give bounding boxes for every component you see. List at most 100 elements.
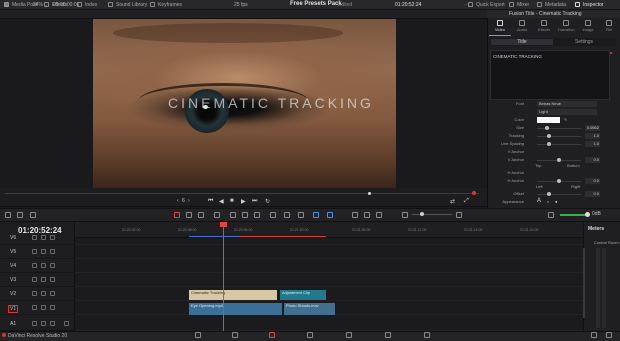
size-value[interactable]: 0.0562: [585, 125, 600, 131]
go-to-start-icon[interactable]: ⏮: [208, 198, 213, 205]
auto-select-icon[interactable]: [41, 291, 46, 296]
mute-icon[interactable]: [50, 321, 55, 326]
solo-icon[interactable]: [41, 321, 46, 326]
video-clip-eye-opening[interactable]: Eye Opening.mp4: [189, 303, 282, 315]
home-icon[interactable]: [591, 332, 597, 338]
h-anchor-knob[interactable]: [557, 179, 561, 183]
fps-label[interactable]: 25 fps: [234, 2, 248, 8]
size-slider[interactable]: [537, 126, 581, 130]
subtab-title[interactable]: Title: [491, 39, 553, 45]
auto-select-icon[interactable]: [41, 305, 46, 310]
tab-image[interactable]: Image: [577, 19, 599, 36]
title-clip[interactable]: Cinematic Tracking: [189, 290, 277, 300]
adjustment-clip[interactable]: Adjustment Clip: [280, 290, 326, 300]
v-anchor-value[interactable]: 0.0: [585, 157, 600, 163]
lock-icon[interactable]: [32, 263, 37, 268]
v-anchor-knob[interactable]: [557, 158, 561, 162]
font-style-dropdown[interactable]: Light: [537, 109, 597, 115]
fairlight-page-icon[interactable]: [385, 332, 391, 338]
tab-effects[interactable]: Effects: [533, 19, 555, 36]
index-button[interactable]: Index: [77, 2, 97, 8]
track-level-icon[interactable]: [64, 321, 69, 326]
frame-step-right[interactable]: ›: [188, 198, 190, 204]
go-to-end-icon[interactable]: ⏭: [252, 198, 257, 205]
view-options-icon[interactable]: [17, 212, 23, 218]
zoom-slider-knob[interactable]: [420, 212, 424, 216]
tab-transition[interactable]: Transition: [555, 19, 577, 36]
zoom-dropdown[interactable]: 24%: [33, 2, 43, 8]
keyframe-dot[interactable]: [610, 52, 612, 54]
auto-select-icon[interactable]: [41, 277, 46, 282]
lock-icon[interactable]: [32, 235, 37, 240]
track-visibility-icon[interactable]: [50, 291, 55, 296]
cut-page-icon[interactable]: [232, 332, 238, 338]
layout-toggle-icon[interactable]: [5, 212, 11, 218]
track-visibility-icon[interactable]: [50, 235, 55, 240]
tracking-slider-knob[interactable]: [547, 134, 551, 138]
color-page-icon[interactable]: [346, 332, 352, 338]
tracking-slider[interactable]: [537, 134, 581, 138]
mixer-button[interactable]: Mixer: [509, 2, 529, 8]
tab-audio[interactable]: Audio: [511, 19, 533, 36]
video-clip-photo-shoots[interactable]: Photo Shoots.mov: [284, 303, 335, 315]
volume-icon[interactable]: [548, 212, 554, 218]
settings-gear-icon[interactable]: [606, 332, 612, 338]
eyedropper-icon[interactable]: ✎: [564, 117, 567, 122]
zoom-slider[interactable]: [412, 214, 452, 215]
frame-step-left[interactable]: ‹: [177, 198, 179, 204]
size-slider-knob[interactable]: [545, 126, 549, 130]
position-lock-icon[interactable]: [298, 212, 304, 218]
scrub-bar[interactable]: [0, 188, 487, 196]
zoom-out-icon[interactable]: [402, 212, 408, 218]
dynamic-trim-icon[interactable]: [198, 212, 204, 218]
lock-icon[interactable]: [32, 321, 37, 326]
zoom-in-icon[interactable]: [456, 212, 462, 218]
track-visibility-icon[interactable]: [50, 305, 55, 310]
font-dropdown[interactable]: Bebas Neue: [537, 101, 597, 107]
metadata-button[interactable]: Metadata: [537, 2, 566, 8]
trim-tool-icon[interactable]: [186, 212, 192, 218]
reverse-icon[interactable]: ◀: [219, 198, 224, 205]
h-anchor-slider[interactable]: [537, 179, 581, 183]
zoom-custom-icon[interactable]: [376, 212, 382, 218]
lock-icon[interactable]: [32, 277, 37, 282]
quick-export-button[interactable]: Quick Export: [468, 2, 505, 8]
keyframes-button[interactable]: Keyframes: [150, 2, 182, 8]
track-visibility-icon[interactable]: [50, 263, 55, 268]
track-header-v2[interactable]: V2: [0, 288, 75, 301]
color-swatch[interactable]: [537, 117, 560, 123]
media-page-icon[interactable]: [195, 332, 201, 338]
marker-icon[interactable]: [327, 212, 333, 218]
playhead[interactable]: [223, 222, 224, 331]
insert-clip-icon[interactable]: [230, 212, 236, 218]
viewer-options-icon[interactable]: ⋯: [464, 2, 469, 8]
subtab-settings[interactable]: Settings: [553, 39, 615, 45]
auto-select-icon[interactable]: [41, 235, 46, 240]
play-icon[interactable]: ▶: [241, 198, 246, 205]
track-header-v3[interactable]: V3: [0, 274, 75, 287]
tracking-value[interactable]: 1.0: [585, 133, 600, 139]
shadow-icon[interactable]: ●: [555, 199, 557, 204]
flag-icon[interactable]: [313, 212, 319, 218]
inspector-button[interactable]: Inspector: [575, 2, 604, 8]
track-header-v5[interactable]: V5: [0, 246, 75, 259]
tab-file[interactable]: File: [598, 19, 620, 36]
stop-icon[interactable]: ■: [230, 198, 234, 204]
layout-icon[interactable]: ▦: [4, 2, 9, 8]
v-anchor-slider[interactable]: [537, 158, 581, 162]
outline-icon[interactable]: ◐: [547, 199, 549, 204]
line-spacing-slider[interactable]: [537, 142, 581, 146]
zoom-full-icon[interactable]: [352, 212, 358, 218]
track-header-v1[interactable]: V1: [0, 302, 75, 315]
track-header-v6[interactable]: V6: [0, 232, 75, 245]
lock-icon[interactable]: [32, 305, 37, 310]
auto-select-icon[interactable]: [41, 263, 46, 268]
offset-value[interactable]: 0.0: [585, 191, 600, 197]
fusion-page-icon[interactable]: [307, 332, 313, 338]
audio-monitor-icon[interactable]: [30, 212, 36, 218]
line-spacing-slider-knob[interactable]: [547, 142, 551, 146]
lock-icon[interactable]: [32, 249, 37, 254]
text-style-icon[interactable]: A: [537, 198, 541, 204]
tab-video[interactable]: Video: [489, 19, 511, 36]
offset-knob[interactable]: [547, 192, 551, 196]
